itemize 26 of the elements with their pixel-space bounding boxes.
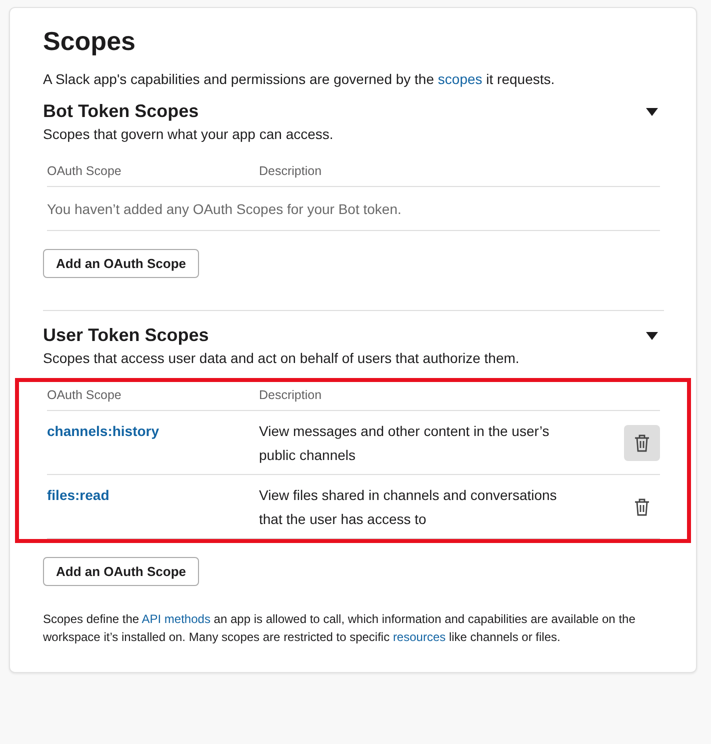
delete-button[interactable] [624,425,660,461]
empty-message: You haven’t added any OAuth Scopes for your Bot token. [47,187,660,231]
column-header: OAuth Scope [47,382,259,411]
intro-text: A Slack app's capabilities and permissions are governed by the scopes it requests. [43,70,556,89]
column-header: Description [259,158,620,187]
caret-icon[interactable] [646,108,658,116]
caret-icon[interactable] [646,332,658,340]
trash-icon [634,434,650,452]
section-subtitle: Scopes that govern what your app can access. [43,126,334,142]
footer-link[interactable]: resources [392,630,446,644]
scope-link[interactable]: channels:history [47,423,160,439]
column-header: Description [259,382,620,411]
footer-link[interactable]: API methods [142,612,210,626]
scopes-link[interactable]: scopes [438,71,482,87]
section-heading: User Token Scopes [43,325,209,346]
scope-description: View files shared in channels and conversations that the user has access to [259,486,558,529]
add-scope-button[interactable]: Add an OAuth Scope [43,557,199,586]
add-scope-button[interactable]: Add an OAuth Scope [43,249,199,278]
footer-text: Scopes define the API methods an app is allowed to call, which information and capabilities are available on the workspace it’s installed on. Many scopes are restricted to specific resources like channels or files. [43,611,636,646]
page-title: Scopes [43,26,136,57]
scope-description: View messages and other content in the user’s public channels [259,422,550,465]
section-heading: Bot Token Scopes [43,101,199,122]
column-header: OAuth Scope [47,158,259,187]
trash-icon [634,498,650,516]
scope-link[interactable]: files:read [47,487,110,503]
section-subtitle: Scopes that access user data and act on behalf of users that authorize them. [43,350,520,366]
